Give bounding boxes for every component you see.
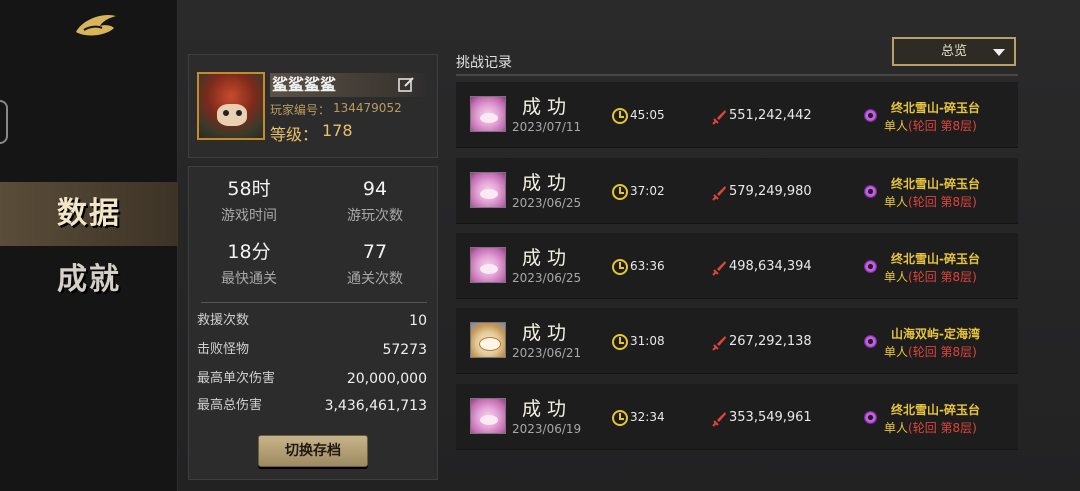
record-date: 2023/06/25	[512, 271, 582, 285]
record-time: 31:08	[630, 334, 665, 348]
record-result: 成功	[522, 172, 573, 194]
side-nav: 数据 成就	[0, 0, 178, 491]
records-title: 挑战记录	[456, 55, 512, 71]
record-location: 终北雪山-碎玉台	[891, 403, 980, 417]
sword-icon	[712, 110, 726, 125]
sword-icon	[712, 336, 726, 351]
clock-icon	[612, 259, 628, 275]
hero-avatar	[470, 172, 506, 208]
divider	[201, 302, 427, 303]
clock-icon	[612, 410, 628, 426]
clock-icon	[612, 108, 628, 124]
hero-avatar	[470, 322, 506, 358]
record-time: 37:02	[630, 184, 665, 198]
record-time: 45:05	[630, 108, 665, 122]
edit-icon[interactable]	[397, 76, 415, 94]
record-location: 终北雪山-碎玉台	[891, 252, 980, 266]
stats-panel: 58时 游戏时间 94 游玩次数 18分 最快通关 77 通关次数 救援次数 10 击败怪…	[188, 166, 438, 480]
stat-row-max-single-damage: 最高单次伤害 20,000,000	[197, 371, 427, 387]
record-mode: 单人(轮回 第8层)	[884, 345, 977, 359]
record-mode: 单人(轮回 第8层)	[884, 421, 977, 435]
chevron-down-icon	[993, 49, 1005, 56]
clock-icon	[612, 334, 628, 350]
records-divider	[456, 74, 1018, 76]
record-damage: 267,292,138	[729, 334, 812, 349]
record-mode: 单人(轮回 第8层)	[884, 195, 977, 209]
hero-avatar	[470, 96, 506, 132]
player-avatar[interactable]	[197, 72, 265, 140]
sword-icon	[712, 412, 726, 427]
stat-row-max-total-damage: 最高总伤害 3,436,461,713	[197, 398, 427, 414]
portal-icon	[864, 260, 877, 273]
record-result: 成功	[522, 398, 573, 420]
record-damage: 551,242,442	[729, 108, 812, 123]
portal-icon	[864, 185, 877, 198]
profile-card: 鲨鲨鲨鲨 玩家编号： 134479052 等级： 178	[188, 54, 438, 158]
record-time: 32:34	[630, 410, 665, 424]
record-result: 成功	[522, 96, 573, 118]
portal-icon	[864, 411, 877, 424]
player-id-label: 玩家编号：	[270, 103, 331, 117]
game-logo-icon	[76, 14, 116, 36]
stat-fastest-clear: 18分 最快通关	[221, 241, 277, 287]
hero-avatar	[470, 247, 506, 283]
stat-clear-count: 77 通关次数	[347, 241, 403, 287]
player-level: 178	[322, 121, 353, 140]
filter-value: 总览	[940, 44, 967, 59]
record-location: 终北雪山-碎玉台	[891, 101, 980, 115]
portal-icon	[864, 335, 877, 348]
record-row[interactable]: 成功 2023/06/19 32:34 353,549,961 终北雪山-碎玉台单人(轮…	[456, 384, 1018, 450]
stat-row-kills: 击败怪物 57273	[197, 342, 427, 358]
record-result: 成功	[522, 247, 573, 269]
tab-achievements[interactable]: 成就	[0, 248, 178, 312]
record-mode: 单人(轮回 第8层)	[884, 119, 977, 133]
switch-save-button[interactable]: 切换存档	[258, 435, 368, 467]
nav-handle[interactable]	[0, 100, 8, 144]
record-row[interactable]: 成功 2023/07/11 45:05 551,242,442 终北雪山-碎玉台单人(轮…	[456, 82, 1018, 148]
sword-icon	[712, 186, 726, 201]
player-id: 134479052	[333, 101, 402, 115]
game-screen: 数据 成就 鲨鲨鲨鲨 玩家编号： 134479052 等级： 178 58时 游戏…	[0, 0, 1080, 491]
record-date: 2023/06/25	[512, 196, 582, 210]
record-damage: 579,249,980	[729, 184, 812, 199]
portal-icon	[864, 109, 877, 122]
stat-play-count: 94 游玩次数	[347, 178, 403, 224]
stat-row-rescues: 救援次数 10	[197, 313, 427, 329]
record-damage: 498,634,394	[729, 259, 812, 274]
record-damage: 353,549,961	[729, 410, 812, 425]
clock-icon	[612, 184, 628, 200]
hero-avatar	[470, 398, 506, 434]
record-date: 2023/06/21	[512, 346, 582, 360]
record-row[interactable]: 成功 2023/06/21 31:08 267,292,138 山海双屿-定海湾单人(轮…	[456, 308, 1018, 374]
level-label: 等级：	[270, 125, 319, 144]
record-date: 2023/07/11	[512, 120, 582, 134]
record-row[interactable]: 成功 2023/06/25 63:36 498,634,394 终北雪山-碎玉台单人(轮…	[456, 233, 1018, 299]
tab-data[interactable]: 数据	[0, 182, 178, 246]
sword-icon	[712, 261, 726, 276]
records-filter-dropdown[interactable]: 总览	[892, 37, 1016, 66]
record-result: 成功	[522, 322, 573, 344]
stat-play-time: 58时 游戏时间	[221, 178, 277, 224]
record-date: 2023/06/19	[512, 422, 582, 436]
record-location: 山海双屿-定海湾	[891, 327, 980, 341]
record-mode: 单人(轮回 第8层)	[884, 270, 977, 284]
record-time: 63:36	[630, 259, 665, 273]
record-row[interactable]: 成功 2023/06/25 37:02 579,249,980 终北雪山-碎玉台单人(轮…	[456, 158, 1018, 224]
record-location: 终北雪山-碎玉台	[891, 177, 980, 191]
